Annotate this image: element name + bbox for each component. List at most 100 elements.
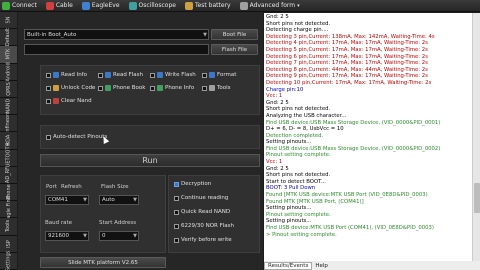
start-address-field[interactable]: 0 ▼: [99, 231, 139, 241]
tab-settings[interactable]: Settings: [0, 250, 17, 270]
op-label: Clear Nand: [61, 98, 92, 104]
log-line: Gnd: 2 5: [266, 165, 289, 172]
start-address-label: Start Address: [99, 220, 137, 226]
log-line: Detecting 10 pin,Current: 17mA, Max: 17m…: [266, 79, 432, 86]
op-label: Format: [217, 72, 237, 78]
tools-icon: [209, 85, 215, 91]
tab-qprs[interactable]: QPRS: [0, 80, 17, 98]
log-line: Setting pinouts...: [266, 205, 312, 212]
log-line: Find USB device:USB Mass Storage Device,…: [266, 145, 441, 152]
chevron-down-icon: ▼: [133, 197, 137, 203]
flash-size-label: Flash Size: [101, 184, 129, 190]
log-line: Analyzing the USB character...: [266, 112, 347, 119]
tab-bluetooth[interactable]: BLUETOOTH: [0, 142, 17, 173]
log-line: Detecting 8 pin,Current: 44mA, Max: 44mA…: [266, 66, 428, 73]
tab-ad_rf[interactable]: AD_RF: [0, 166, 17, 184]
operations-group: Read Info Read Flash Write Flash Format Unlo…: [40, 65, 260, 115]
write-icon: [157, 72, 163, 78]
op-label: Phone Book: [113, 85, 146, 91]
toolbar-item-eagleeve[interactable]: EagleEve: [81, 1, 120, 10]
tab-label: Infineon: [5, 113, 12, 134]
checkbox-icon: [174, 195, 179, 201]
log-line: Detecting 4 pin,Current: 17mA, Max: 17mA…: [266, 40, 428, 47]
toolbar-item-test-battery[interactable]: Test battery: [184, 1, 231, 10]
option-quick-read-nand[interactable]: Quick Read NAND: [174, 209, 230, 215]
boot-select[interactable]: Built-in Boot_Auto ▼: [24, 29, 209, 40]
flash-file-button[interactable]: Flash File: [211, 44, 258, 55]
log-scrollbar[interactable]: [472, 13, 480, 261]
log-line: Vcc: 1: [266, 159, 283, 166]
chevron-down-icon: ▼: [83, 233, 87, 239]
tab-results-events[interactable]: Results/Events: [264, 261, 313, 270]
auto-detect-checkbox[interactable]: Auto-detect Pinouts: [46, 134, 107, 140]
toolbar-item-connect[interactable]: Connect: [2, 1, 37, 10]
log-line: Find USB device:USB Mass Storage Device,…: [266, 119, 441, 126]
option-label: Quick Read NAND: [181, 209, 231, 215]
log-line: Detecting 6 pin,Current: 17mA, Max: 17mA…: [266, 53, 428, 60]
tab-label: AD_RF: [5, 166, 12, 183]
boot-file-button[interactable]: Boot File: [211, 29, 258, 40]
tab-mtk[interactable]: MTK: [0, 46, 17, 64]
op-tools[interactable]: Tools: [202, 85, 231, 91]
baud-rate-label: Baud rate: [45, 220, 73, 226]
log-output[interactable]: Gnd: 2 5 Short pins not detected. Detectin…: [264, 13, 472, 261]
baud-rate-select[interactable]: 921600 ▼: [45, 231, 89, 241]
read-options-group: Decryption Continue reading Quick Read NAN…: [168, 175, 260, 253]
tab-tools[interactable]: Tools: [0, 218, 17, 236]
log-line: Gnd: 2 5: [266, 99, 289, 106]
tab-default[interactable]: Default: [0, 28, 17, 47]
option-continue-reading[interactable]: Continue reading: [174, 195, 228, 201]
tab-label: Settings: [5, 250, 12, 270]
toolbar-item-oscilloscope[interactable]: Oscilloscope: [128, 1, 176, 10]
tab-infineon[interactable]: Infineon: [0, 113, 17, 134]
op-label: Unlock Code: [61, 85, 96, 91]
port-label: Port: [46, 184, 57, 190]
op-phone-book[interactable]: Phone Book: [98, 85, 145, 91]
slide-mtk-platform-button[interactable]: Slide MTK platform V2.65: [40, 257, 166, 268]
main-panel: Built-in Boot_Auto ▼ Boot File Flash Fil…: [18, 12, 263, 270]
boot-select-value: Built-in Boot_Auto: [27, 32, 77, 38]
clear-icon: [53, 98, 59, 104]
log-line: Detecting 3 pin,Current: 138mA, Max: 142…: [266, 33, 435, 40]
op-read-info[interactable]: Read Info: [46, 72, 87, 78]
scroll-thumb[interactable]: [474, 183, 480, 214]
tab-help[interactable]: Help: [312, 263, 331, 269]
eye-icon: [81, 1, 90, 10]
port-select[interactable]: COM41 ▼: [45, 195, 89, 205]
op-unlock-code[interactable]: Unlock Code: [46, 85, 95, 91]
flash-file-field[interactable]: [24, 44, 209, 55]
log-line: Detection completed.: [266, 132, 324, 139]
toolbar-item-cable[interactable]: Cable: [45, 1, 73, 10]
log-line: Find USB device:MTK USB Port (COM41), (V…: [266, 225, 434, 231]
tab-eagle-find[interactable]: Eagle Find: [0, 196, 17, 222]
tab-label: Default: [5, 28, 12, 47]
log-line: Detecting 5 pin,Current: 17mA, Max: 17mA…: [266, 46, 428, 53]
op-phone-info[interactable]: Phone Info: [150, 85, 194, 91]
port-value: COM41: [48, 197, 68, 203]
option-decryption[interactable]: Decryption: [174, 181, 211, 187]
op-read-flash[interactable]: Read Flash: [98, 72, 143, 78]
run-button[interactable]: Run: [40, 154, 260, 167]
gear-icon: [239, 1, 248, 10]
option-verify-before-write[interactable]: Verify before write: [174, 237, 232, 243]
option-label: 6229/30 NOR Flash: [181, 223, 235, 229]
log-line: Detecting charge pin....: [266, 27, 329, 34]
option-6229-30-nor-flash[interactable]: 6229/30 NOR Flash: [174, 223, 234, 229]
chevron-down-icon: ▼: [83, 197, 87, 203]
refresh-label[interactable]: Refresh: [61, 184, 82, 190]
op-write-flash[interactable]: Write Flash: [150, 72, 196, 78]
chevron-down-icon: ▾: [297, 2, 300, 9]
op-clear-nand[interactable]: Clear Nand: [46, 98, 92, 104]
tab-label: Android: [5, 62, 12, 82]
toolbar-item-advanced-form[interactable]: Advanced form ▾: [239, 1, 300, 10]
book-icon: [105, 85, 111, 91]
log-line: Found MTK [MTK USB Port, (COM41)]: [266, 198, 364, 205]
tab-android[interactable]: Android: [0, 62, 17, 82]
checkbox-icon: [202, 85, 207, 91]
op-format[interactable]: Format: [202, 72, 236, 78]
chevron-down-icon: ▼: [133, 233, 137, 239]
flash-size-select[interactable]: Auto ▼: [99, 195, 139, 205]
bottom-tab-bar: Results/Events Help: [264, 261, 480, 270]
tab-sn[interactable]: SN: [0, 12, 17, 30]
info-icon: [53, 72, 59, 78]
